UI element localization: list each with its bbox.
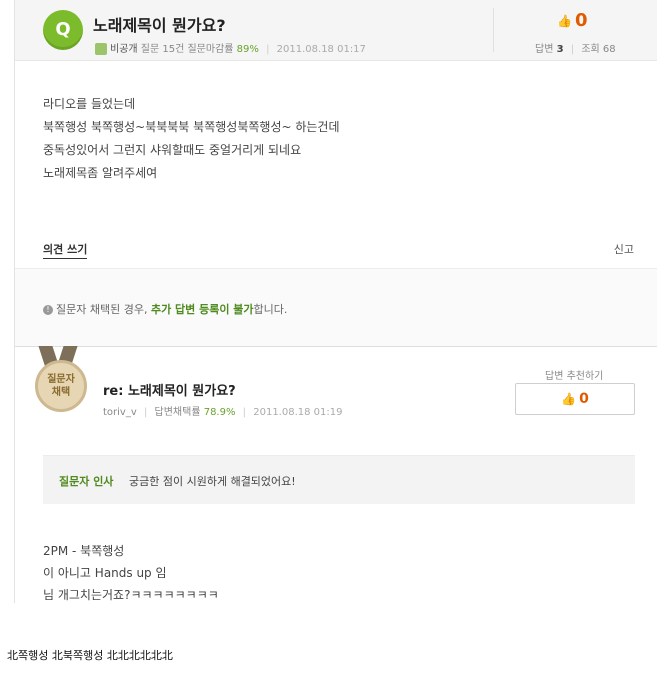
notice-text: ! 질문자 채택된 경우, 추가 답변 등록이 불가합니다. — [43, 301, 287, 317]
answer-meta: toriv_v | 답변채택률 78.9% | 2011.08.18 01:19 — [103, 403, 343, 418]
meta-separator: | — [570, 44, 575, 55]
image-caption: 北쪽행성 北북쪽행성 北北北北北北 — [7, 649, 173, 662]
notice-highlight: 추가 답변 등록이 불가 — [150, 303, 254, 316]
question-recommend-count: 0 — [574, 10, 588, 31]
answer-date: 2011.08.18 01:19 — [253, 407, 343, 418]
question-body: 라디오를 들었는데 북쪽행성 북쪽행성~북북북북 북쪽행성북쪽행성~ 하는건데 … — [43, 93, 340, 185]
notice-suffix: 합니다. — [253, 303, 288, 316]
answer-author[interactable]: toriv_v — [103, 407, 137, 418]
notice-prefix: 질문자 채택된 경우, — [56, 303, 148, 316]
answer-body-line: 이 아니고 Hands up 임 — [43, 566, 167, 580]
question-body-line: 중독성있어서 그런지 샤워할때도 중얼거리게 되네요 — [43, 143, 302, 157]
greeting-label: 질문자 인사 — [59, 475, 114, 488]
meta-separator: | — [242, 407, 247, 418]
medal-line2: 채택 — [51, 387, 71, 398]
views-count: 68 — [602, 44, 616, 55]
notice-bar: ! 질문자 채택된 경우, 추가 답변 등록이 불가합니다. — [15, 268, 657, 347]
report-link[interactable]: 신고 — [614, 241, 634, 257]
answers-count: 3 — [556, 44, 564, 55]
answer-rate: 78.9% — [203, 407, 236, 418]
chosen-answer-medal-icon: 질문자 채택 — [35, 360, 87, 412]
asker-greeting: 질문자 인사 궁금한 점이 시원하게 해결되었어요! — [43, 455, 635, 504]
question-date: 2011.08.18 01:17 — [276, 44, 366, 55]
meta-separator: | — [266, 44, 270, 55]
medal-line1: 질문자 — [47, 374, 75, 385]
user-profile-icon — [95, 43, 107, 55]
answer-recommend-button[interactable]: 👍 0 — [515, 383, 635, 415]
answer-recommend-count: 0 — [579, 391, 589, 407]
thumbs-up-icon: 👍 — [557, 14, 572, 28]
greeting-message: 궁금한 점이 시원하게 해결되었어요! — [129, 475, 296, 488]
question-recommend-button[interactable]: 👍 0 — [557, 10, 587, 31]
question-badge-icon: Q — [43, 10, 83, 50]
meta-separator: | — [143, 407, 148, 418]
answer-body-line: 님 개그치는거죠?ㅋㅋㅋㅋㅋㅋㅋㅋ — [43, 588, 219, 602]
question-title: 노래제목이 뭔가요? — [93, 16, 226, 35]
question-body-line: 북쪽행성 북쪽행성~북북북북 북쪽행성북쪽행성~ 하는건데 — [43, 120, 340, 134]
answer-recommend-label: 답변 추천하기 — [545, 371, 604, 382]
views-label: 조회 — [581, 44, 600, 55]
question-meta: 비공개 질문 15건 질문마감률 89% | 2011.08.18 01:17 — [95, 40, 366, 55]
qna-panel: Q 노래제목이 뭔가요? 비공개 질문 15건 질문마감률 89% | 2011… — [14, 0, 657, 603]
answers-label: 답변 — [535, 44, 554, 55]
question-header: Q 노래제목이 뭔가요? 비공개 질문 15건 질문마감률 89% | 2011… — [15, 0, 657, 61]
question-body-line: 노래제목좀 알려주세여 — [43, 166, 158, 180]
thumbs-up-icon: 👍 — [561, 392, 577, 406]
answer-body: 2PM - 북쪽행성 이 아니고 Hands up 임 님 개그치는거죠?ㅋㅋㅋ… — [43, 540, 219, 606]
question-author-stats: 질문 15건 질문마감률 — [140, 44, 234, 55]
question-author[interactable]: 비공개 — [110, 44, 138, 55]
write-opinion-link[interactable]: 의견 쓰기 — [43, 241, 88, 259]
question-stats: 답변 3 | 조회 68 — [535, 40, 616, 55]
answer-title: re: 노래제목이 뭔가요? — [103, 384, 236, 399]
answer-body-line: 2PM - 북쪽행성 — [43, 544, 125, 558]
answer-rate-label: 답변채택률 — [154, 407, 201, 418]
info-icon: ! — [43, 305, 53, 315]
header-divider — [493, 8, 494, 52]
question-body-line: 라디오를 들었는데 — [43, 97, 136, 111]
question-close-rate: 89% — [236, 44, 259, 55]
